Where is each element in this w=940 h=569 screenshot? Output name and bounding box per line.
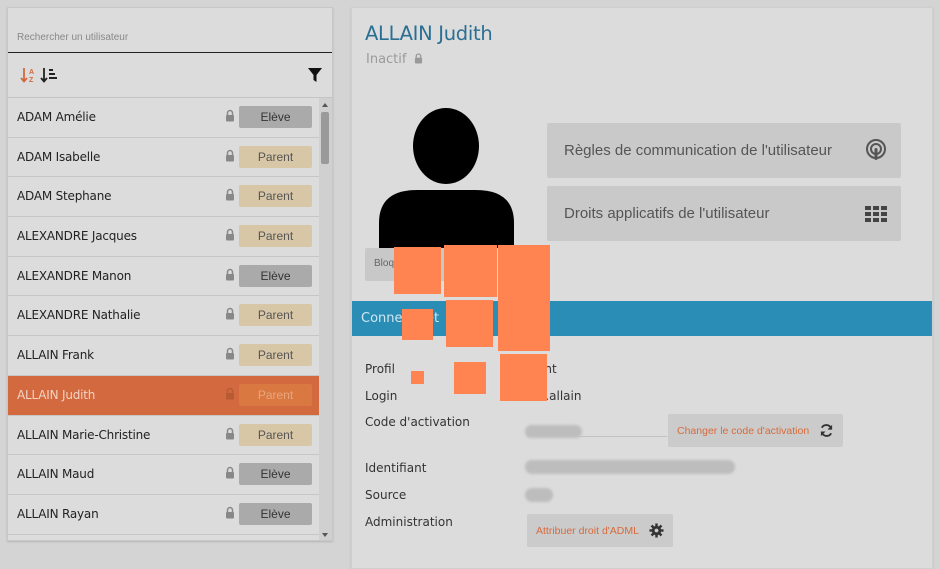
login-label: Login [365, 389, 398, 403]
broadcast-icon [866, 139, 886, 160]
change-activation-code-button[interactable]: Changer le code d'activation [668, 414, 843, 447]
redaction-block [411, 371, 424, 384]
user-list: ADAM Amélie Elève ADAM Isabelle Parent ADAM … [8, 98, 320, 535]
svg-text:A: A [29, 69, 34, 76]
application-rights-label: Droits applicatifs de l'utilisateur [564, 205, 770, 222]
user-list-item[interactable]: ADAM Isabelle Parent [8, 138, 320, 178]
source-value [525, 488, 553, 502]
user-detail-panel: ALLAIN Judith Inactif Bloq Règles de com… [351, 7, 933, 569]
lock-icon [226, 506, 234, 519]
redaction-block [394, 247, 441, 294]
user-name: ADAM Isabelle [17, 149, 101, 164]
connection-section-header: Conne et [352, 301, 932, 336]
role-badge: Parent [239, 225, 312, 248]
assign-adml-button[interactable]: Attribuer droit d'ADML [527, 514, 673, 547]
change-activation-code-label: Changer le code d'activation [677, 425, 810, 437]
role-badge: Parent [239, 423, 312, 446]
avatar-icon [379, 108, 514, 248]
user-name: ALEXANDRE Nathalie [17, 308, 141, 323]
user-list-item[interactable]: ALLAIN Maud Elève [8, 455, 320, 495]
communication-rules-label: Règles de communication de l'utilisateur [564, 142, 833, 159]
user-name: ALLAIN Rayan [17, 506, 99, 521]
redaction-block [500, 354, 547, 401]
user-name: ALLAIN Judith [17, 387, 96, 402]
role-badge: Elève [239, 106, 312, 128]
user-list-item[interactable]: ALLAIN Judith Parent [8, 375, 320, 416]
user-name: ALEXANDRE Manon [17, 268, 132, 283]
lock-icon [226, 387, 234, 400]
source-label: Source [365, 488, 407, 502]
user-list-item[interactable]: ALLAIN Marie-Christine Parent [8, 416, 320, 456]
lock-icon [226, 109, 234, 122]
sort-amount-icon[interactable] [40, 66, 58, 84]
user-list-item[interactable]: ALLAIN Frank Parent [8, 336, 320, 376]
role-badge: Parent [239, 185, 312, 208]
user-list-item[interactable]: ADAM Amélie Elève [8, 98, 320, 138]
sort-alpha-asc-icon[interactable]: A Z [20, 66, 38, 84]
section-title: Conne [361, 311, 403, 326]
user-list-item[interactable]: ALEXANDRE Manon Elève [8, 257, 320, 297]
filter-icon[interactable] [308, 67, 322, 83]
user-title: ALLAIN Judith [365, 22, 493, 45]
lock-icon [226, 427, 234, 439]
user-list-item[interactable]: ALLAIN Rayan Elève [8, 495, 320, 535]
role-badge: Elève [239, 502, 312, 525]
redaction-block [446, 300, 493, 347]
lock-icon [226, 189, 234, 201]
user-name: ALLAIN Frank [17, 348, 94, 363]
user-list-item[interactable]: ADAM Stephane Parent [8, 177, 320, 218]
refresh-icon [820, 424, 833, 437]
lock-icon [414, 53, 422, 64]
identifier-label: Identifiant [365, 461, 427, 475]
search-input[interactable] [17, 32, 323, 43]
user-list-panel: A Z ADAM AmélieElèveADAM IsabelleParentA… [7, 7, 333, 541]
administration-label: Administration [365, 515, 453, 529]
role-badge: Elève [239, 264, 312, 287]
role-badge: Parent [239, 145, 312, 168]
block-label: Bloq [374, 258, 395, 269]
scroll-thumb[interactable] [321, 112, 329, 164]
activation-code-label: Code d'activation [365, 415, 470, 429]
gear-icon [649, 523, 664, 538]
lock-icon [226, 149, 234, 162]
scroll-up-arrow-icon[interactable] [322, 103, 328, 107]
search-box [8, 8, 332, 53]
lock-icon [226, 228, 234, 241]
user-list-item[interactable]: ALEXANDRE Nathalie Parent [8, 296, 320, 337]
activation-code-underline [527, 436, 667, 437]
role-badge: Elève [239, 463, 312, 486]
redaction-block [454, 362, 486, 394]
user-name: ALEXANDRE Jacques [17, 229, 137, 244]
role-badge: Parent [239, 383, 312, 406]
communication-rules-button[interactable]: Règles de communication de l'utilisateur [547, 123, 901, 178]
user-list-item[interactable]: ALEXANDRE Jacques Parent [8, 217, 320, 257]
application-rights-button[interactable]: Droits applicatifs de l'utilisateur [547, 186, 901, 241]
user-name: ADAM Stephane [17, 189, 112, 204]
user-status: Inactif [366, 52, 423, 67]
role-badge: Parent [239, 344, 312, 367]
identifier-value [525, 460, 735, 474]
user-name: ALLAIN Marie-Christine [17, 427, 151, 442]
apps-grid-icon [865, 206, 887, 222]
lock-icon [226, 308, 234, 320]
list-toolbar: A Z [8, 53, 332, 98]
lock-icon [226, 268, 234, 281]
list-scrollbar[interactable] [319, 98, 332, 540]
assign-adml-label: Attribuer droit d'ADML [536, 525, 639, 537]
lock-icon [226, 466, 234, 479]
user-name: ALLAIN Maud [17, 467, 95, 482]
user-name: ADAM Amélie [17, 110, 96, 124]
redaction-block [402, 309, 433, 340]
role-badge: Parent [239, 304, 312, 327]
redaction-block [444, 245, 497, 297]
redaction-block [498, 245, 550, 351]
svg-text:Z: Z [29, 77, 34, 84]
scroll-down-arrow-icon[interactable] [322, 533, 328, 537]
profile-label: Profil [365, 362, 395, 376]
lock-icon [226, 347, 234, 360]
status-text: Inactif [366, 52, 407, 67]
